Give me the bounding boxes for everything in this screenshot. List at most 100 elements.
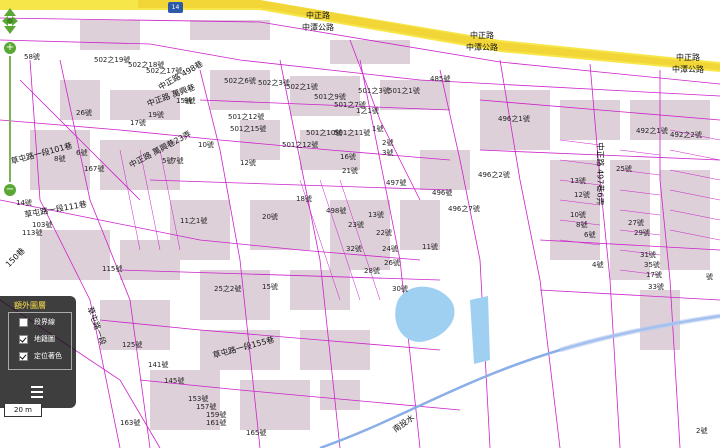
address-label: 496號 [432, 189, 453, 197]
address-label: 113號 [22, 229, 43, 237]
pond [395, 286, 455, 342]
address-label: 9號 [184, 97, 196, 105]
address-label: 161號 [206, 419, 227, 427]
address-label: 21號 [342, 167, 358, 175]
address-label: 32號 [346, 245, 362, 253]
address-label: 22號 [376, 229, 392, 237]
checkbox[interactable] [19, 351, 28, 361]
menu-icon[interactable] [28, 384, 46, 400]
pan-arrows-icon[interactable] [0, 6, 20, 36]
road-label: 中潭公路 [466, 43, 498, 52]
address-label: 24號 [382, 245, 398, 253]
address-label: 10號 [198, 141, 214, 149]
road-label: 中正路 [676, 53, 700, 62]
address-label: 27號 [628, 219, 644, 227]
layer-label: 地籍圖 [34, 335, 55, 343]
address-label: 492之1號 [636, 127, 668, 135]
layer-label: 定位著色 [34, 352, 62, 360]
address-label: 163號 [120, 419, 141, 427]
address-label: 19號 [148, 111, 164, 119]
address-label: 502之6號 [224, 77, 256, 85]
address-label: 496之7號 [448, 205, 480, 213]
address-label: 號 [706, 273, 713, 281]
address-label: 496之1號 [498, 115, 530, 123]
address-label: 23號 [348, 221, 364, 229]
address-label: 30號 [392, 285, 408, 293]
address-label: 153號 [188, 395, 209, 403]
address-label: 167號 [84, 165, 105, 173]
address-label: 20號 [262, 213, 278, 221]
address-label: 125號 [122, 341, 143, 349]
address-label: 501之3號 [358, 87, 390, 95]
address-label: 165號 [246, 429, 267, 437]
address-label: 28號 [364, 267, 380, 275]
address-label: 3號 [382, 149, 394, 157]
address-label: 501之9號 [314, 93, 346, 101]
layers-list: 段界線 地籍圖 定位著色 [8, 312, 72, 370]
address-label: 13號 [368, 211, 384, 219]
address-label: 1號 [372, 125, 384, 133]
address-label: 17號 [646, 271, 662, 279]
address-label: 12號 [574, 191, 590, 199]
address-label: 8號 [54, 155, 66, 163]
address-label: 502之1號 [286, 83, 318, 91]
layers-panel-title: 額外圖層 [14, 301, 46, 310]
address-label: 14號 [16, 199, 32, 207]
address-label: 26號 [76, 109, 92, 117]
zoom-slider[interactable] [9, 56, 11, 182]
address-label: 2號 [696, 427, 708, 435]
layer-toggle-cadastral[interactable]: 地籍圖 [19, 334, 55, 346]
layer-toggle-boundary[interactable]: 段界線 [19, 317, 55, 329]
address-label: 2號 [382, 139, 394, 147]
address-label: 501之12號 [228, 113, 265, 121]
road-label: 中正路 [306, 11, 330, 20]
address-label: 12號 [240, 159, 256, 167]
road-label: 中潭公路 [302, 23, 334, 32]
address-label: 103號 [32, 221, 53, 229]
checkbox[interactable] [19, 317, 28, 327]
address-label: 141號 [148, 361, 169, 369]
address-label: 31號 [640, 251, 656, 259]
address-label: 496之2號 [478, 171, 510, 179]
address-label: 501之15號 [230, 125, 267, 133]
address-label: 58號 [24, 53, 40, 61]
scale-bar: 20 m [4, 404, 42, 417]
map-navigation: + − [0, 6, 22, 196]
address-label: 26號 [384, 259, 400, 267]
address-label: 7號 [172, 157, 184, 165]
address-label: 502之17號 [146, 67, 183, 75]
address-label: 485號 [430, 75, 451, 83]
building-footprints [30, 20, 710, 430]
address-label: 15號 [262, 283, 278, 291]
address-label: 497號 [386, 179, 407, 187]
address-label: 502之19號 [94, 56, 131, 64]
address-label: 159號 [206, 411, 227, 419]
address-label: 4號 [592, 261, 604, 269]
road-label: 中正路 [470, 31, 494, 40]
zoom-in-button[interactable]: + [4, 42, 16, 54]
address-label: 10號 [570, 211, 586, 219]
address-label: 498號 [326, 207, 347, 215]
checkbox[interactable] [19, 334, 28, 344]
road-label: 中潭公路 [672, 65, 704, 74]
pond-east [470, 296, 490, 364]
address-label: 6號 [76, 149, 88, 157]
address-label: 29號 [634, 229, 650, 237]
address-label: 18號 [296, 195, 312, 203]
address-label: 11之1號 [180, 217, 208, 225]
map-canvas[interactable]: 14 中正路 中潭公路 中正路 中潭公路 中正路 中潭公路 中正路 498巷 中… [0, 0, 720, 448]
address-label: 25之2號 [214, 285, 242, 293]
address-label: 501之12號 [282, 141, 319, 149]
address-label: 157號 [196, 403, 217, 411]
layer-toggle-position-color[interactable]: 定位著色 [19, 351, 62, 363]
address-label: 501之11號 [334, 129, 371, 137]
address-label: 6號 [584, 231, 596, 239]
address-label: 1之1號 [356, 107, 379, 115]
address-label: 145號 [164, 377, 185, 385]
address-label: 33號 [648, 283, 664, 291]
address-label: 17號 [130, 119, 146, 127]
road-label: 中正路 497巷6弄 [595, 142, 605, 206]
address-label: 501之1號 [388, 87, 420, 95]
zoom-out-button[interactable]: − [4, 184, 16, 196]
address-label: 115號 [102, 265, 123, 273]
